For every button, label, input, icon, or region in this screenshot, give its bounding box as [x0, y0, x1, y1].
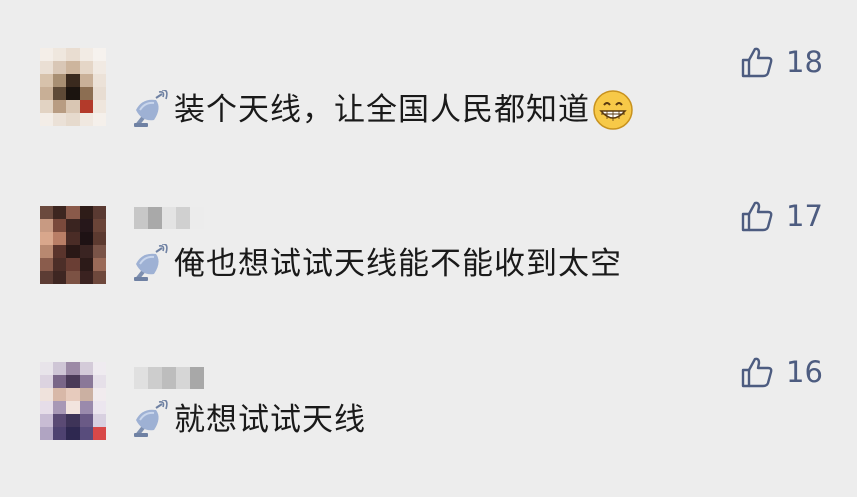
grinning-face-icon — [593, 90, 633, 130]
comment-text-row: 俺也想试试天线能不能收到太空 — [132, 244, 622, 284]
thumbs-up-icon — [741, 201, 773, 232]
comment-text-row: 装个天线，让全国人民都知道 — [132, 90, 634, 130]
comment-text: 俺也想试试天线能不能收到太空 — [174, 246, 622, 282]
like-count: 16 — [786, 355, 823, 389]
like-button[interactable]: 16 — [740, 354, 823, 390]
avatar[interactable] — [40, 362, 106, 440]
username-blurred[interactable] — [134, 207, 214, 229]
like-button[interactable]: 18 — [740, 44, 823, 80]
comment-text-row: 就想试试天线 — [132, 400, 366, 440]
comment-text: 装个天线，让全国人民都知道 — [174, 92, 590, 128]
like-count: 17 — [786, 199, 823, 233]
avatar[interactable] — [40, 206, 106, 284]
thumbs-up-icon — [741, 357, 773, 388]
thumbs-up-icon — [741, 47, 773, 78]
satellite-antenna-icon — [134, 244, 168, 281]
username-blurred[interactable] — [134, 367, 214, 389]
like-button[interactable]: 17 — [740, 198, 823, 234]
like-count: 18 — [786, 45, 823, 79]
comment-text: 就想试试天线 — [174, 402, 366, 438]
satellite-antenna-icon — [134, 90, 168, 127]
avatar[interactable] — [40, 48, 106, 126]
satellite-antenna-icon — [134, 400, 168, 437]
